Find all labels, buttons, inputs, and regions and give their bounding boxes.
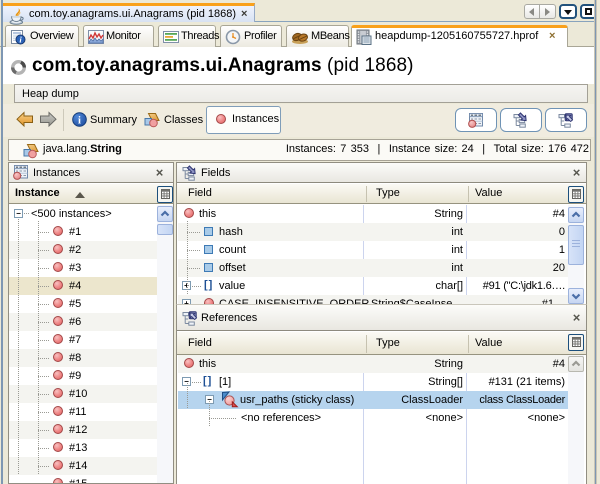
svg-text:i: i	[78, 116, 81, 127]
